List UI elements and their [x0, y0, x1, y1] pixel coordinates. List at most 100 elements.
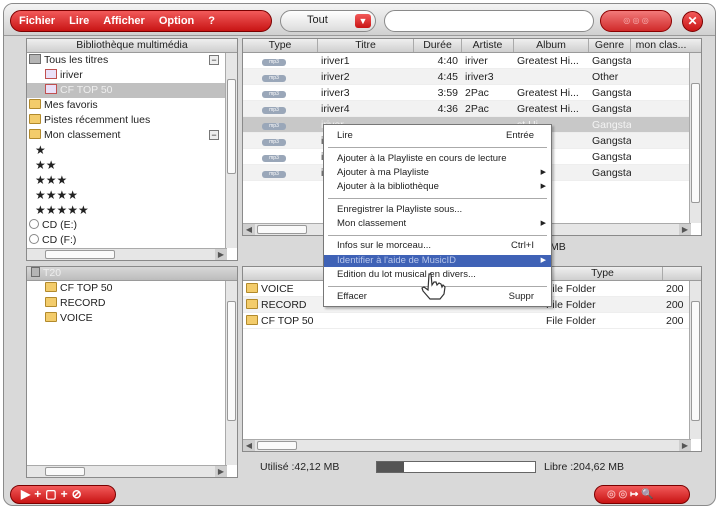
device-tree-vscroll[interactable] — [225, 281, 237, 465]
ctx-track-info[interactable]: Infos sur le morceau... Ctrl+I — [324, 240, 551, 252]
device-folder-voice[interactable]: VOICE — [27, 311, 225, 326]
scroll-right-icon[interactable]: ▶ — [679, 224, 691, 235]
device-files-hscroll[interactable]: ◀ ▶ — [243, 439, 691, 451]
scroll-right-icon[interactable]: ▶ — [215, 249, 227, 260]
ctx-play[interactable]: Lire Entrée — [324, 130, 551, 142]
tree-item-rating-3[interactable]: ★★★ — [27, 173, 225, 188]
col-title[interactable]: Titre — [318, 39, 414, 52]
menu-help[interactable]: ? — [208, 15, 215, 27]
scroll-thumb[interactable] — [691, 83, 700, 203]
ctx-separator — [328, 198, 547, 199]
scroll-right-icon[interactable]: ▶ — [215, 466, 227, 477]
filter-select[interactable]: Tout ▼ — [280, 10, 376, 32]
search-icon[interactable]: 🔍 — [641, 489, 653, 500]
folder-icon — [246, 299, 258, 309]
chevron-down-icon[interactable]: ▼ — [355, 14, 371, 28]
ctx-identify-musicid[interactable]: Identifier à l'aide de MusicID ▶ — [324, 255, 551, 267]
ctx-save-playlist-as[interactable]: Enregistrer la Playliste sous... — [324, 204, 551, 216]
search-input[interactable] — [395, 14, 585, 26]
scroll-right-icon[interactable]: ▶ — [679, 440, 691, 451]
col-rating[interactable]: mon clas... — [631, 39, 691, 52]
menu-afficher[interactable]: Afficher — [103, 15, 145, 27]
track-cell-rating — [631, 149, 691, 164]
col-duration[interactable]: Durée — [414, 39, 462, 52]
tree-item-recent[interactable]: Pistes récemment lues — [27, 113, 225, 128]
collapse-icon[interactable]: − — [209, 55, 219, 65]
tree-item-cf-top-50[interactable]: CF TOP 50 — [27, 83, 225, 98]
device-transfer-icon[interactable]: ◎ ◎ — [607, 489, 627, 500]
track-row[interactable]: mp3 iriver1 4:40 iriver Greatest Hi... Gangst… — [243, 53, 701, 69]
scroll-left-icon[interactable]: ◀ — [243, 440, 255, 451]
device-files-vscroll[interactable] — [689, 281, 701, 439]
device-folder-record[interactable]: RECORD — [27, 296, 225, 311]
menu-fichier[interactable]: Fichier — [19, 15, 55, 27]
close-button[interactable]: ✕ — [682, 11, 703, 32]
menu-option[interactable]: Option — [159, 15, 194, 27]
device-header-row: T20 — [27, 267, 237, 280]
track-cell-genre: Gangsta — [592, 55, 631, 67]
mp3-badge-icon: mp3 — [262, 59, 286, 66]
mp3-badge-icon: mp3 — [262, 171, 286, 178]
library-hscroll[interactable]: ▶ — [27, 248, 227, 260]
col-genre[interactable]: Genre — [589, 39, 631, 52]
scroll-left-icon[interactable]: ◀ — [243, 224, 255, 235]
scroll-thumb[interactable] — [227, 301, 236, 421]
ctx-add-to-my-playlist[interactable]: Ajouter à ma Playliste ▶ — [324, 167, 551, 179]
tree-item-rating-1[interactable]: ★ — [27, 143, 225, 158]
tree-item-label: Mon classement — [44, 129, 121, 141]
ctx-label: Ajouter à la bibliothèque — [337, 181, 439, 192]
scroll-thumb[interactable] — [691, 301, 700, 421]
submenu-arrow-icon: ▶ — [540, 169, 546, 176]
cancel-icon[interactable]: ⊘ — [72, 487, 86, 501]
export-arrow-icon[interactable]: ↦ — [627, 489, 641, 500]
tree-item-rating-2[interactable]: ★★ — [27, 158, 225, 173]
scroll-thumb[interactable] — [257, 441, 297, 450]
col-file-type[interactable]: Type — [543, 267, 663, 280]
track-cell-rating — [631, 53, 691, 68]
tree-item-favorites[interactable]: Mes favoris — [27, 98, 225, 113]
ctx-my-rating[interactable]: Mon classement ▶ — [324, 218, 551, 230]
tree-item-rating-5[interactable]: ★★★★★ — [27, 203, 225, 218]
add-icon[interactable]: + — [34, 487, 45, 501]
track-cell-duration: 4:40 — [437, 55, 458, 67]
scroll-thumb[interactable] — [45, 467, 85, 476]
search-box[interactable] — [384, 10, 594, 32]
play-icon[interactable]: ▶ — [21, 487, 34, 501]
track-cell-title: iriver1 — [321, 55, 350, 67]
col-type[interactable]: Type — [243, 39, 318, 52]
col-extra[interactable] — [663, 267, 691, 280]
scroll-thumb[interactable] — [257, 225, 307, 234]
storage-free-label: Libre :204,62 MB — [544, 461, 624, 473]
scroll-thumb[interactable] — [45, 250, 115, 259]
track-row[interactable]: mp3 iriver2 4:45 iriver3 Other — [243, 69, 701, 85]
collapse-icon[interactable]: − — [209, 130, 219, 140]
track-row[interactable]: mp3 iriver3 3:59 2Pac Greatest Hi... Gangsta — [243, 85, 701, 101]
tree-item-rating-4[interactable]: ★★★★ — [27, 188, 225, 203]
cd-icon — [29, 219, 39, 229]
track-cell-genre: Gangsta — [592, 103, 631, 115]
tree-item-all-titles[interactable]: Tous les titres − — [27, 53, 225, 68]
tree-item-cd-f[interactable]: CD (F:) — [27, 233, 225, 248]
col-album[interactable]: Album — [514, 39, 589, 52]
ctx-add-to-now-playing[interactable]: Ajouter à la Playliste en cours de lectu… — [324, 153, 551, 165]
scroll-thumb[interactable] — [227, 79, 236, 174]
col-artist[interactable]: Artiste — [462, 39, 514, 52]
folder-icon — [29, 99, 41, 109]
tree-item-iriver[interactable]: iriver — [27, 68, 225, 83]
ctx-add-to-library[interactable]: Ajouter à la bibliothèque ▶ — [324, 181, 551, 193]
tracks-vscroll[interactable] — [689, 53, 701, 223]
menu-lire[interactable]: Lire — [69, 15, 89, 27]
device-folder-cf-top-50[interactable]: CF TOP 50 — [27, 281, 225, 296]
add-file-icon[interactable]: ▢+ — [45, 487, 71, 501]
track-cell-type: mp3 — [243, 101, 318, 116]
device-tree-hscroll[interactable]: ▶ — [27, 465, 227, 477]
tree-item-rating[interactable]: Mon classement − — [27, 128, 225, 143]
library-vscroll[interactable] — [225, 53, 237, 248]
track-cell-type: mp3 — [243, 133, 318, 148]
device-file-row[interactable]: CF TOP 50 File Folder 200 — [243, 313, 701, 329]
search-button-icon: ◎ ◎ ◎ — [623, 16, 649, 25]
tree-item-cd-e[interactable]: CD (E:) — [27, 218, 225, 233]
track-row[interactable]: mp3 iriver4 4:36 2Pac Greatest Hi... Gangsta — [243, 101, 701, 117]
search-button[interactable]: ◎ ◎ ◎ — [600, 10, 672, 32]
tree-item-label: CF TOP 50 — [60, 84, 113, 96]
